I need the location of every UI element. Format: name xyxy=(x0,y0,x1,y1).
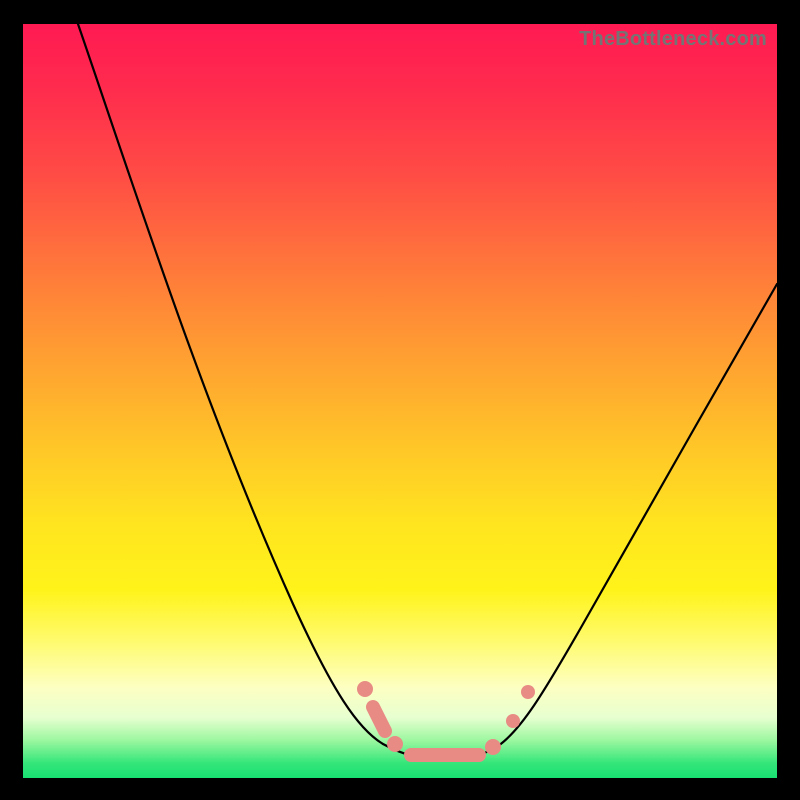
curve-path xyxy=(78,24,777,759)
bottleneck-curve xyxy=(23,24,777,778)
chart-frame: TheBottleneck.com xyxy=(0,0,800,800)
chart-plot-area: TheBottleneck.com xyxy=(23,24,777,778)
